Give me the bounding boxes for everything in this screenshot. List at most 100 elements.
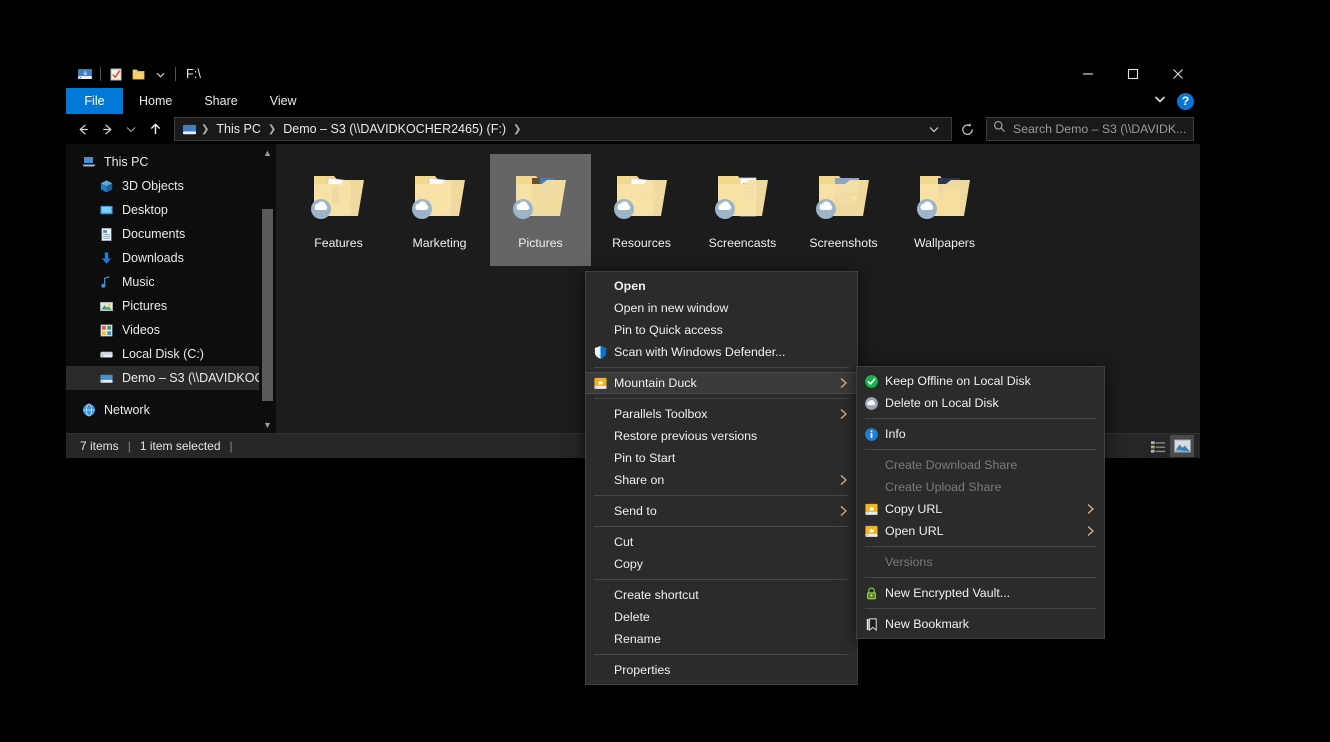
large-icons-view-button[interactable] xyxy=(1170,435,1194,457)
menu-item-properties[interactable]: Properties xyxy=(586,659,857,681)
recent-locations-button[interactable] xyxy=(120,117,142,141)
file-item-screenshots[interactable]: Screenshots xyxy=(793,154,894,266)
sidebar-item-desktop[interactable]: Desktop xyxy=(66,198,276,222)
chevron-down-icon[interactable]: ▼ xyxy=(259,416,276,433)
chevron-right-icon xyxy=(1082,525,1098,537)
file-item-screencasts[interactable]: Screencasts xyxy=(692,154,793,266)
chevron-right-icon xyxy=(835,377,851,389)
menu-item-pin-to-start[interactable]: Pin to Start xyxy=(586,447,857,469)
file-label: Screenshots xyxy=(809,236,877,250)
context-menu: Open Open in new window Pin to Quick acc… xyxy=(585,271,858,685)
chevron-up-icon[interactable]: ▲ xyxy=(259,144,276,161)
chevron-down-icon[interactable] xyxy=(1153,92,1167,111)
mountain-duck-icon xyxy=(586,376,614,391)
sidebar-item-network[interactable]: Network xyxy=(66,398,276,422)
sidebar-label: Music xyxy=(122,275,155,289)
scrollbar-thumb[interactable] xyxy=(262,209,273,401)
tab-home[interactable]: Home xyxy=(123,88,188,114)
refresh-button[interactable] xyxy=(954,117,980,141)
scrollbar-track[interactable] xyxy=(259,161,276,416)
menu-label: Parallels Toolbox xyxy=(614,407,835,421)
menu-item-open[interactable]: Open xyxy=(586,275,857,297)
navigation-pane: This PC 3D Objects Desktop xyxy=(66,144,276,433)
address-dropdown-icon[interactable] xyxy=(921,117,947,141)
green-check-icon xyxy=(857,374,885,389)
submenu-item-open-url[interactable]: Open URL xyxy=(857,520,1104,542)
sidebar-label: Desktop xyxy=(122,203,168,217)
new-folder-icon[interactable] xyxy=(127,63,149,85)
menu-item-restore-previous-versions[interactable]: Restore previous versions xyxy=(586,425,857,447)
menu-separator xyxy=(594,367,849,368)
menu-item-send-to[interactable]: Send to xyxy=(586,500,857,522)
search-box[interactable]: Search Demo – S3 (\\DAVIDK... xyxy=(986,117,1194,141)
breadcrumb-demo-s3[interactable]: Demo – S3 (\\DAVIDKOCHER2465) (F:) xyxy=(279,122,510,136)
local-disk-icon xyxy=(98,346,115,363)
menu-label: Pin to Start xyxy=(614,451,851,465)
menu-label: Scan with Windows Defender... xyxy=(614,345,851,359)
status-separator: | xyxy=(221,439,242,453)
breadcrumb[interactable]: ❯ This PC ❯ Demo – S3 (\\DAVIDKOCHER2465… xyxy=(174,117,952,141)
menu-item-mountain-duck[interactable]: Mountain Duck xyxy=(586,372,857,394)
menu-item-open-in-new-window[interactable]: Open in new window xyxy=(586,297,857,319)
menu-item-copy[interactable]: Copy xyxy=(586,553,857,575)
menu-item-pin-to-quick-access[interactable]: Pin to Quick access xyxy=(586,319,857,341)
menu-item-create-shortcut[interactable]: Create shortcut xyxy=(586,584,857,606)
sidebar-item-music[interactable]: Music xyxy=(66,270,276,294)
sidebar-item-videos[interactable]: Videos xyxy=(66,318,276,342)
back-button[interactable] xyxy=(72,117,94,141)
help-button[interactable]: ? xyxy=(1177,93,1194,110)
file-item-pictures[interactable]: Pictures xyxy=(490,154,591,266)
menu-item-parallels-toolbox[interactable]: Parallels Toolbox xyxy=(586,403,857,425)
tab-file[interactable]: File xyxy=(66,88,123,114)
menu-label: New Encrypted Vault... xyxy=(885,586,1098,600)
forward-button[interactable] xyxy=(96,117,118,141)
minimize-button[interactable] xyxy=(1065,60,1110,88)
menu-label: Delete on Local Disk xyxy=(885,396,1098,410)
file-item-wallpapers[interactable]: Wallpapers xyxy=(894,154,995,266)
search-input[interactable]: Search Demo – S3 (\\DAVIDK... xyxy=(1013,122,1186,136)
close-button[interactable] xyxy=(1155,60,1200,88)
selection-label: 1 item selected xyxy=(140,439,221,453)
file-item-resources[interactable]: Resources xyxy=(591,154,692,266)
music-icon xyxy=(98,274,115,291)
menu-item-share-on[interactable]: Share on xyxy=(586,469,857,491)
submenu-item-new-encrypted-vault[interactable]: New Encrypted Vault... xyxy=(857,582,1104,604)
menu-separator xyxy=(594,654,849,655)
submenu-item-delete-on-local-disk[interactable]: Delete on Local Disk xyxy=(857,392,1104,414)
menu-separator xyxy=(865,577,1096,578)
submenu-item-info[interactable]: Info xyxy=(857,423,1104,445)
sidebar-item-this-pc[interactable]: This PC xyxy=(66,150,276,174)
sidebar-item-documents[interactable]: Documents xyxy=(66,222,276,246)
file-item-features[interactable]: Features xyxy=(288,154,389,266)
sidebar-item-demo-s3[interactable]: Demo – S3 (\\DAVIDKOCHER2465) (F:) xyxy=(66,366,276,390)
mountain-duck-icon xyxy=(857,524,885,539)
up-button[interactable] xyxy=(144,117,166,141)
menu-item-cut[interactable]: Cut xyxy=(586,531,857,553)
menu-item-delete[interactable]: Delete xyxy=(586,606,857,628)
customize-dropdown-icon[interactable] xyxy=(149,63,171,85)
file-label: Wallpapers xyxy=(914,236,975,250)
menu-separator xyxy=(594,579,849,580)
nav-pane-scrollbar[interactable]: ▲ ▼ xyxy=(259,144,276,433)
ribbon-right-controls: ? xyxy=(1153,88,1194,114)
sidebar-label: Documents xyxy=(122,227,185,241)
properties-icon[interactable] xyxy=(105,63,127,85)
submenu-item-new-bookmark[interactable]: New Bookmark xyxy=(857,613,1104,635)
menu-item-rename[interactable]: Rename xyxy=(586,628,857,650)
submenu-item-copy-url[interactable]: Copy URL xyxy=(857,498,1104,520)
tab-view[interactable]: View xyxy=(254,88,313,114)
sidebar-item-local-disk-c[interactable]: Local Disk (C:) xyxy=(66,342,276,366)
maximize-button[interactable] xyxy=(1110,60,1155,88)
submenu-item-keep-offline-on-local-disk[interactable]: Keep Offline on Local Disk xyxy=(857,370,1104,392)
sidebar-item-pictures[interactable]: Pictures xyxy=(66,294,276,318)
file-label: Features xyxy=(314,236,363,250)
menu-item-scan-with-windows-defender[interactable]: Scan with Windows Defender... xyxy=(586,341,857,363)
sidebar-label: 3D Objects xyxy=(122,179,184,193)
sidebar-item-downloads[interactable]: Downloads xyxy=(66,246,276,270)
breadcrumb-this-pc[interactable]: This PC xyxy=(212,122,264,136)
sidebar-item-3d-objects[interactable]: 3D Objects xyxy=(66,174,276,198)
file-item-marketing[interactable]: Marketing xyxy=(389,154,490,266)
tab-share[interactable]: Share xyxy=(188,88,253,114)
details-view-button[interactable] xyxy=(1146,435,1170,457)
menu-label: Info xyxy=(885,427,1098,441)
